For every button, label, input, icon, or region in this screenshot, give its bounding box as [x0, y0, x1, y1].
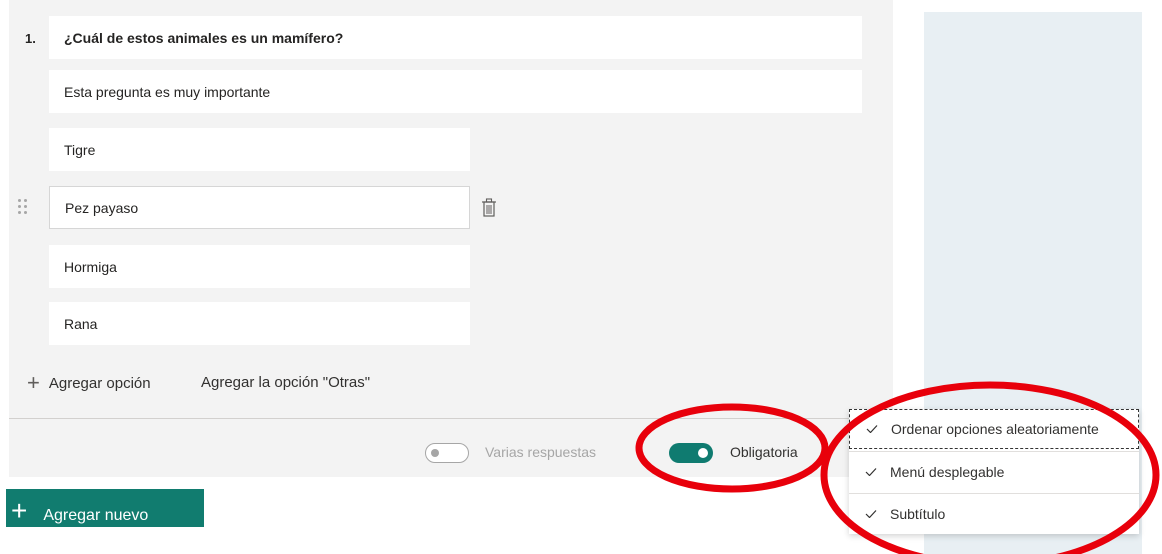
- option-field[interactable]: Hormiga: [49, 245, 470, 288]
- option-field[interactable]: Rana: [49, 302, 470, 345]
- menu-item-subtitle[interactable]: Subtítulo: [849, 494, 1139, 534]
- menu-item-label: Subtítulo: [890, 506, 946, 522]
- more-settings-menu: Ordenar opciones aleatoriamente Menú des…: [849, 409, 1139, 534]
- multiple-answers-label: Varias respuestas: [485, 444, 597, 460]
- drag-handle-icon[interactable]: [18, 199, 28, 217]
- add-new-label: Agregar nuevo: [43, 507, 149, 524]
- trash-icon[interactable]: [481, 198, 497, 218]
- add-option-label: Agregar opción: [48, 374, 151, 392]
- multiple-answers-toggle[interactable]: [425, 443, 469, 463]
- add-option-button[interactable]: + Agregar opción: [27, 372, 151, 394]
- required-label: Obligatoria: [730, 444, 798, 460]
- menu-item-dropdown[interactable]: Menú desplegable: [849, 452, 1139, 492]
- option-field[interactable]: Pez payaso: [49, 186, 470, 229]
- add-other-option-button[interactable]: Agregar la opción "Otras": [201, 374, 370, 391]
- toggle-knob: [431, 449, 439, 457]
- toggle-knob: [698, 448, 708, 458]
- question-title-field[interactable]: ¿Cuál de estos animales es un mamífero?: [49, 16, 862, 59]
- option-field[interactable]: Tigre: [49, 128, 470, 171]
- menu-item-label: Menú desplegable: [890, 464, 1005, 480]
- plus-icon: +: [27, 370, 40, 395]
- divider: [9, 418, 893, 419]
- menu-item-label: Ordenar opciones aleatoriamente: [891, 421, 1099, 437]
- required-toggle[interactable]: [669, 443, 713, 463]
- plus-icon: +: [11, 495, 28, 526]
- add-new-button[interactable]: + Agregar nuevo: [6, 489, 204, 527]
- check-icon: [865, 468, 877, 476]
- check-icon: [865, 510, 877, 518]
- question-number: 1.: [25, 31, 36, 46]
- question-subtitle-field[interactable]: Esta pregunta es muy importante: [49, 70, 862, 113]
- check-icon: [866, 425, 878, 433]
- menu-item-shuffle-options[interactable]: Ordenar opciones aleatoriamente: [849, 409, 1139, 449]
